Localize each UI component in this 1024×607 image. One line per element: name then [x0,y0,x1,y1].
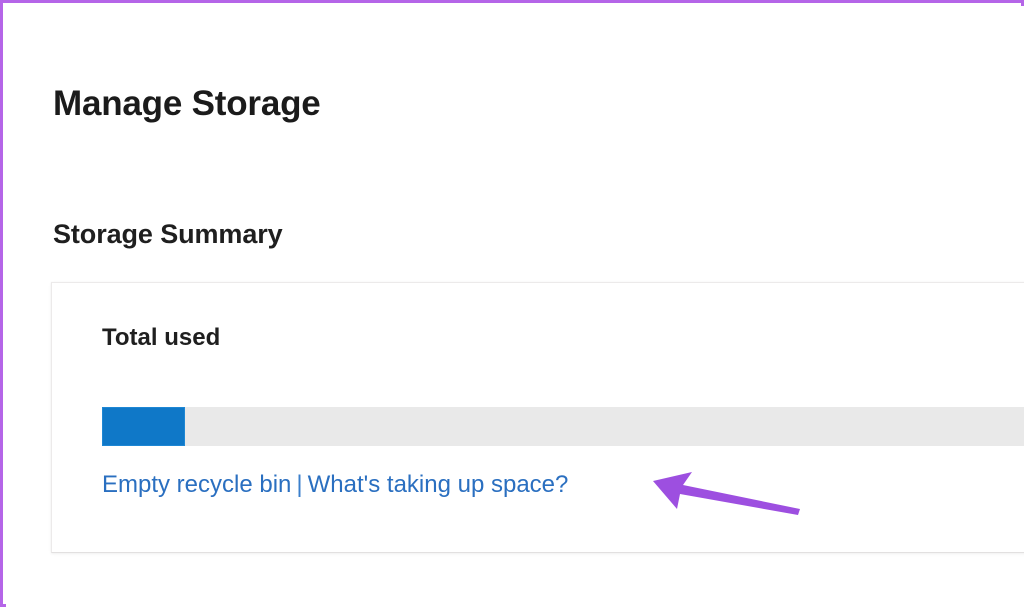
storage-usage-progress-fill [102,407,185,446]
link-separator: | [296,471,303,498]
total-used-label: Total used [102,324,221,351]
storage-usage-progress-bar [102,407,1024,446]
screenshot-border-frame: Manage Storage Storage Summary Total use… [0,0,1024,607]
storage-actions-links: Empty recycle bin | What's taking up space… [102,471,568,500]
whats-taking-up-space-link[interactable]: What's taking up space? [308,471,569,498]
empty-recycle-bin-link[interactable]: Empty recycle bin [102,471,291,498]
storage-summary-card: Total used Empty recycle bin | What's taki… [51,282,1024,553]
page-title: Manage Storage [53,84,321,124]
manage-storage-page: Manage Storage Storage Summary Total use… [6,6,1024,607]
section-heading-storage-summary: Storage Summary [53,219,283,250]
